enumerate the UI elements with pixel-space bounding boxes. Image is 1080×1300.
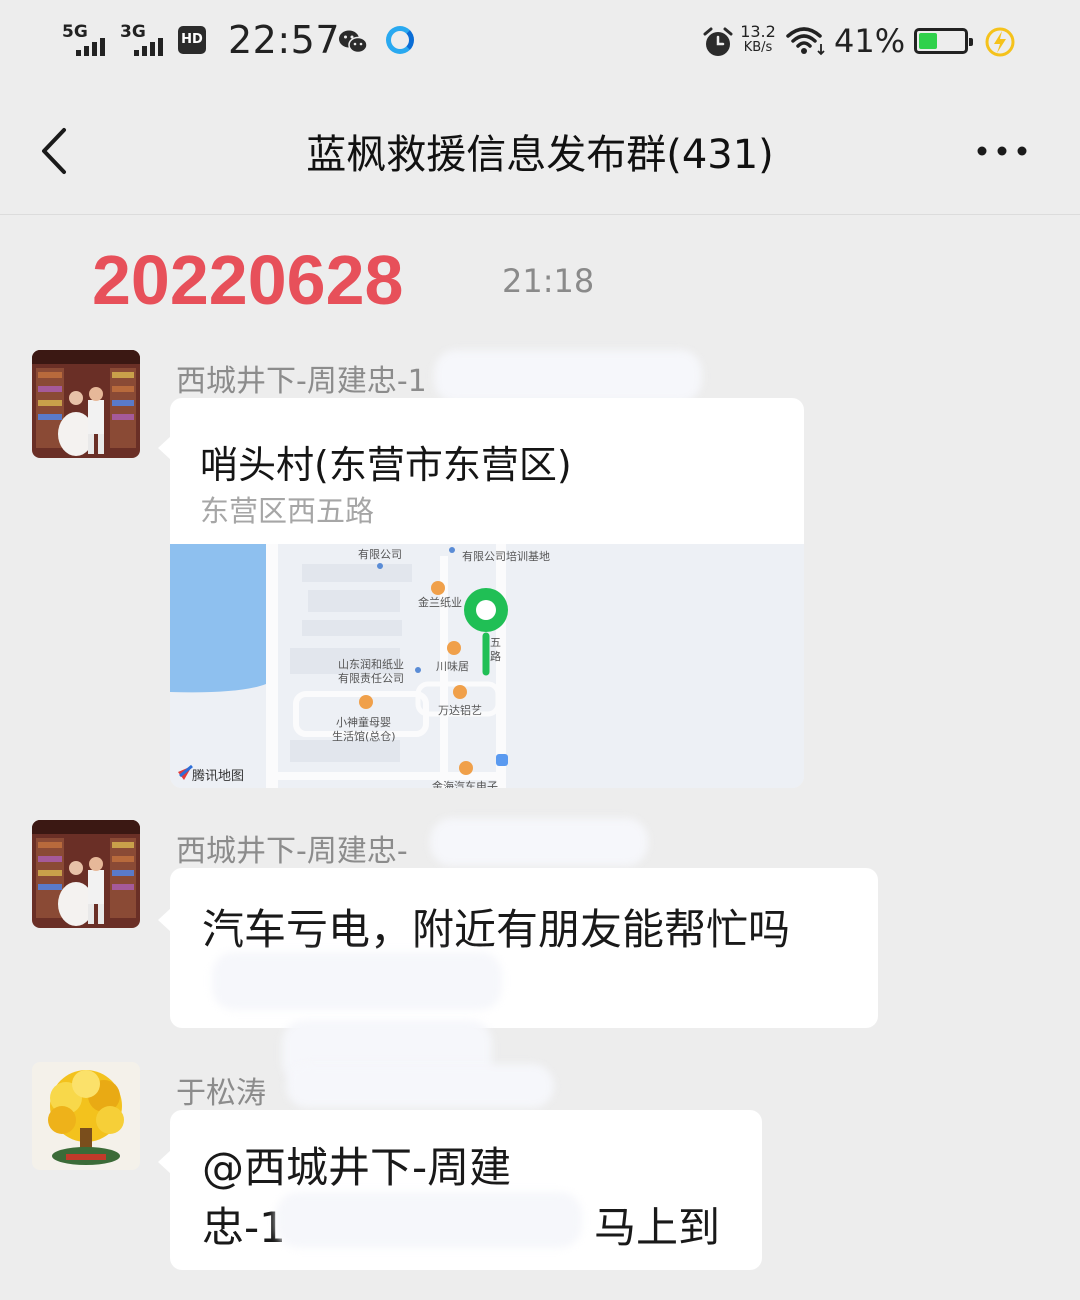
map-label: 路	[490, 650, 501, 663]
wedding-photo-avatar	[32, 820, 140, 928]
wifi-icon	[786, 27, 825, 56]
date-overlay: 20220628	[92, 241, 404, 319]
message-text-line1: @西城井下-周建	[202, 1143, 512, 1192]
map-label: 川味居	[436, 660, 469, 673]
chat-title: 蓝枫救援信息发布群(431)	[306, 132, 774, 178]
net-speed-value: 13.2	[740, 22, 776, 41]
hd-badge: HD	[178, 26, 206, 54]
charging-icon	[985, 27, 1015, 57]
map-label: 有限公司培训基地	[462, 550, 550, 563]
map-label: 万达铝艺	[438, 704, 482, 717]
message-text-line2-suffix: 马上到	[594, 1203, 721, 1252]
sender-name: 于松涛	[176, 1076, 266, 1111]
net-speed: 13.2 KB/s	[738, 24, 778, 56]
chat-header: 蓝枫救援信息发布群(431)	[0, 86, 1080, 215]
sender-name: 西城井下-周建忠-	[176, 834, 408, 869]
signal-bars-icon	[134, 38, 168, 56]
message-text: 汽车亏电，附近有朋友能帮忙吗	[202, 905, 791, 954]
avatar[interactable]	[32, 820, 140, 928]
bubble-tail	[158, 908, 171, 932]
wechat-icon	[339, 30, 368, 54]
signal-bars-icon	[76, 38, 110, 56]
redaction-blur	[212, 952, 502, 1010]
map-brand: 腾讯地图	[192, 769, 245, 784]
status-bar: 5G 3G HD 22:57 13.2 KB/s 41%	[0, 0, 1080, 86]
redaction-blur	[286, 1064, 554, 1108]
bubble-tail	[158, 1150, 171, 1174]
map-label: 生活馆(总仓)	[332, 730, 396, 743]
map-preview[interactable]: 有限公司 有限公司培训基地 金兰纸业 山东润和纸业 有限责任公司 川味居 万达铝…	[170, 544, 804, 788]
status-clock: 22:57	[228, 18, 341, 62]
map-label: 金兰纸业	[418, 596, 462, 609]
bubble-tail	[158, 436, 171, 460]
location-address: 东营区西五路	[200, 494, 375, 528]
location-name: 哨头村(东营市东营区)	[200, 443, 572, 487]
alarm-icon	[703, 27, 733, 56]
app-notification-icon	[386, 26, 414, 54]
battery-percent: 41%	[834, 22, 906, 60]
net-speed-unit: KB/s	[743, 40, 773, 55]
map-label: 有限责任公司	[338, 672, 404, 685]
map-label: 金海汽车电子	[432, 780, 498, 788]
avatar[interactable]	[32, 1062, 140, 1170]
message-timestamp: 21:18	[502, 262, 595, 300]
map-label: 有限公司	[358, 548, 402, 561]
wedding-photo-avatar	[32, 350, 140, 458]
location-card[interactable]: 哨头村(东营市东营区) 东营区西五路 有限公司 有限公司培训基地 金兰纸业 山东…	[170, 398, 804, 788]
sender-name: 西城井下-周建忠-1	[176, 364, 427, 399]
redaction-blur	[276, 1192, 582, 1248]
avatar[interactable]	[32, 350, 140, 458]
more-dots-icon[interactable]	[974, 144, 1030, 158]
message-text-line2-prefix: 忠-1	[202, 1203, 286, 1252]
map-graphic	[170, 544, 804, 788]
golden-tree-avatar	[32, 1062, 140, 1170]
redaction-blur	[434, 350, 702, 402]
battery-icon	[914, 28, 973, 54]
redaction-blur	[430, 818, 648, 866]
battery-fill	[919, 33, 937, 49]
